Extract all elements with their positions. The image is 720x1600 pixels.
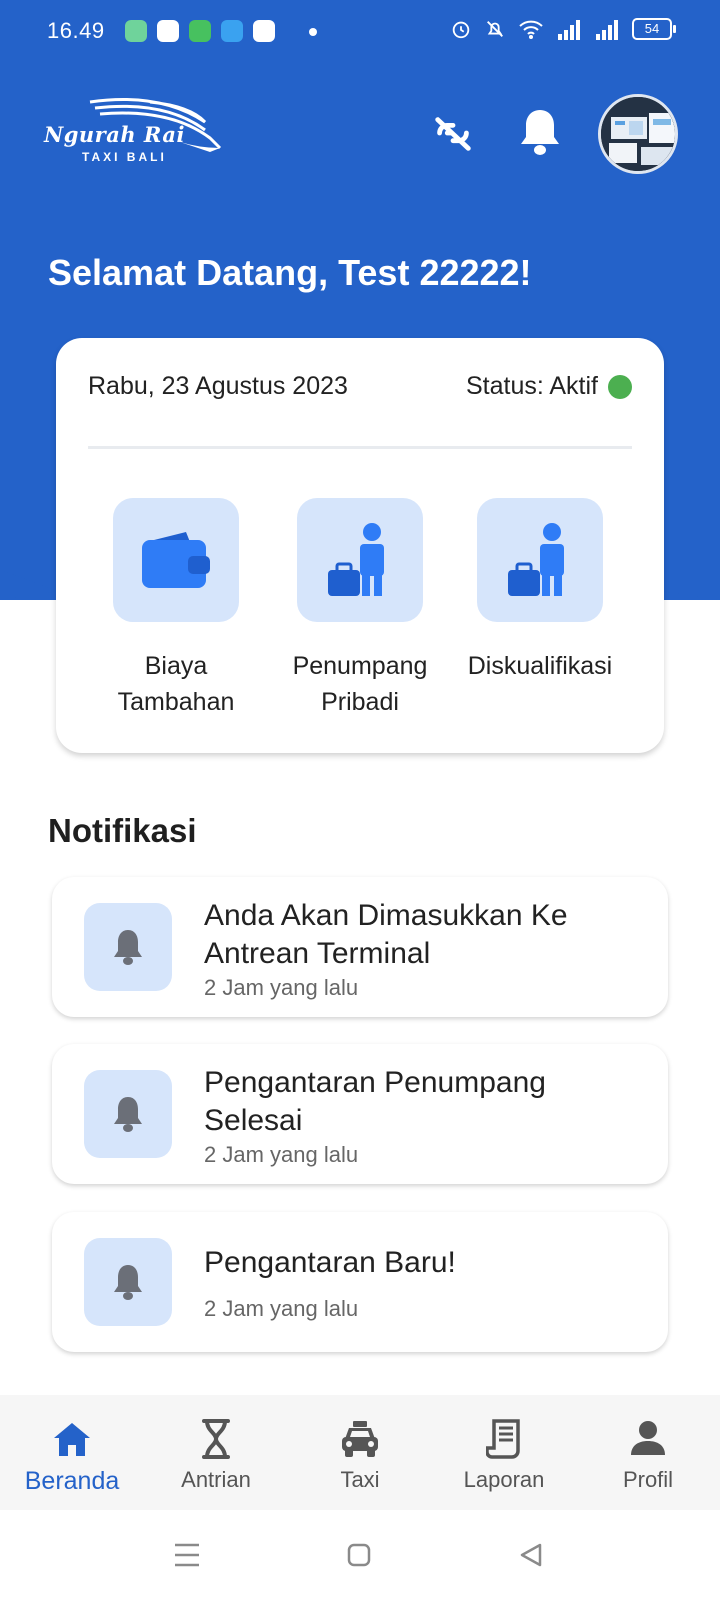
app-logo: Ngurah Rai TAXI BALI — [40, 92, 225, 172]
notification-icon-tile — [84, 903, 172, 991]
notification-time: 2 Jam yang lalu — [204, 1142, 359, 1167]
status-label: Status: Aktif — [465, 372, 598, 400]
recent-apps-icon[interactable] — [173, 1542, 201, 1568]
welcome-heading: Selamat Datang, Test 22222! — [48, 252, 532, 293]
home-icon — [54, 1423, 90, 1456]
notification-title: Anda Akan Dimasukkan Ke Antrean Terminal — [204, 899, 568, 970]
notification-app-icons — [125, 20, 275, 42]
nav-label: Profil — [622, 1467, 674, 1492]
menu-tile — [113, 498, 239, 622]
bell-icon — [114, 1097, 142, 1132]
signal-icon — [558, 20, 580, 40]
notification-bell-icon[interactable] — [516, 106, 564, 158]
nav-beranda[interactable]: Beranda — [2, 1417, 142, 1496]
logo-text: Ngurah Rai — [44, 122, 185, 147]
system-navigation-bar — [0, 1510, 720, 1600]
notification-item[interactable]: Pengantaran Penumpang Selesai 2 Jam yang… — [52, 1044, 668, 1184]
person-icon — [631, 1421, 665, 1455]
current-date: Rabu, 23 Agustus 2023 — [88, 372, 348, 400]
app-icon-3 — [189, 20, 211, 42]
alarm-icon — [452, 21, 470, 39]
hourglass-icon — [202, 1419, 230, 1459]
profile-avatar[interactable] — [598, 94, 678, 174]
nav-label: Laporan — [463, 1467, 545, 1492]
driver-status: Status: Aktif — [466, 372, 632, 401]
notification-icon-tile — [84, 1070, 172, 1158]
menu-label: Penumpang Pribadi — [292, 652, 428, 716]
bell-icon — [114, 1265, 142, 1300]
nav-label: Taxi — [340, 1467, 380, 1492]
signal-icon-2 — [596, 20, 618, 40]
bottom-navigation: Beranda Antrian Taxi Laporan Profil — [0, 1395, 720, 1510]
app-icon-1 — [125, 20, 147, 42]
nav-label: Beranda — [24, 1467, 120, 1495]
nav-antrian[interactable]: Antrian — [146, 1417, 286, 1493]
more-notifications-dot — [309, 28, 317, 36]
menu-label: Biaya Tambahan — [117, 652, 235, 716]
wallet-icon — [142, 532, 210, 588]
status-time: 16.49 — [47, 18, 105, 43]
nav-profil[interactable]: Profil — [578, 1417, 718, 1493]
driver-summary-card: Rabu, 23 Agustus 2023 Status: Aktif Biay… — [56, 338, 664, 753]
mute-icon — [487, 21, 503, 37]
receipt-icon — [486, 1419, 520, 1459]
logo-subtext: TAXI BALI — [82, 150, 167, 164]
notification-time: 2 Jam yang lalu — [204, 975, 359, 1000]
notification-title: Pengantaran Penumpang Selesai — [204, 1066, 546, 1137]
battery-icon: 54 — [632, 18, 676, 40]
notification-icon-tile — [84, 1238, 172, 1326]
app-icon-5 — [253, 20, 275, 42]
nav-taxi[interactable]: Taxi — [290, 1417, 430, 1493]
home-button-icon[interactable] — [346, 1542, 372, 1568]
menu-biaya-tambahan[interactable]: Biaya Tambahan — [86, 498, 266, 720]
notifications-heading: Notifikasi — [48, 812, 197, 849]
app-icon-4 — [221, 20, 243, 42]
wifi-icon — [519, 20, 543, 39]
app-icon-2 — [157, 20, 179, 42]
menu-label: Diskualifikasi — [467, 652, 613, 680]
bell-icon — [114, 930, 142, 965]
notification-item[interactable]: Pengantaran Baru! 2 Jam yang lalu — [52, 1212, 668, 1352]
menu-diskualifikasi[interactable]: Diskualifikasi — [450, 498, 630, 684]
status-bar: 16.49 54 — [0, 0, 720, 64]
status-indicator-dot — [608, 374, 632, 399]
nav-label: Antrian — [181, 1467, 251, 1492]
menu-tile — [477, 498, 603, 622]
passenger-luggage-icon — [328, 523, 384, 596]
system-indicators: 54 — [450, 18, 676, 40]
passenger-luggage-icon — [508, 523, 564, 596]
menu-penumpang-pribadi[interactable]: Penumpang Pribadi — [270, 498, 450, 720]
notification-title: Pengantaran Baru! — [204, 1246, 456, 1279]
card-divider — [88, 446, 632, 449]
notification-item[interactable]: Anda Akan Dimasukkan Ke Antrean Terminal… — [52, 877, 668, 1017]
back-button-icon[interactable] — [518, 1542, 544, 1568]
taxi-icon — [342, 1421, 378, 1457]
link-off-icon[interactable] — [430, 110, 476, 156]
menu-tile — [297, 498, 423, 622]
notification-time: 2 Jam yang lalu — [204, 1296, 359, 1321]
nav-laporan[interactable]: Laporan — [434, 1417, 574, 1493]
